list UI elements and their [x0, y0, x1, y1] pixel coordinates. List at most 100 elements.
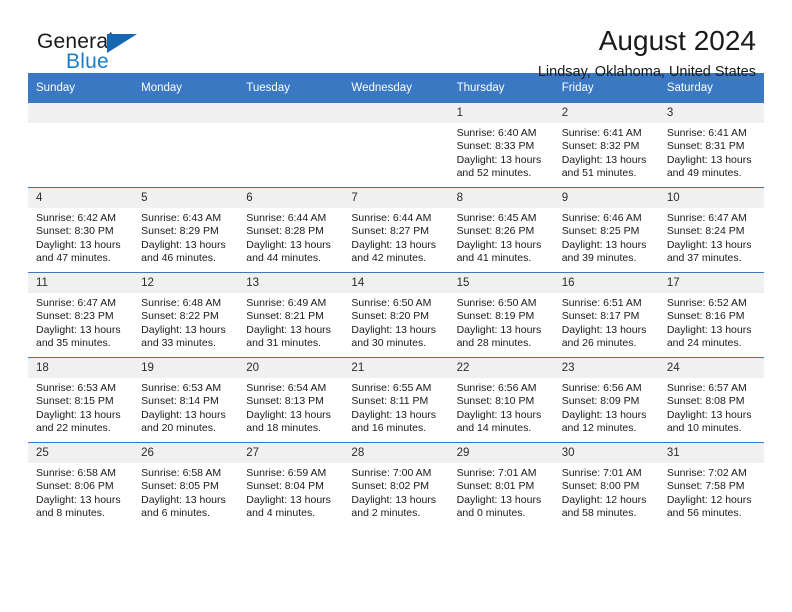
sunset-time: Sunset: 8:10 PM [456, 395, 535, 408]
sunrise-time: Sunrise: 6:57 AM [666, 382, 747, 394]
daylight-duration-line2: and 24 minutes. [666, 337, 742, 350]
general-blue-logo[interactable]: General Blue [37, 30, 167, 76]
daylight-duration-line2: and 30 minutes. [351, 337, 427, 350]
calendar-day-cell[interactable]: 23 Sunrise: 6:56 AM Sunset: 8:09 PM Dayligh… [553, 357, 659, 443]
sunset-time: Sunset: 8:33 PM [456, 140, 535, 153]
sunset-time: Sunset: 8:22 PM [141, 310, 219, 323]
day-sun-info: Sunrise: 6:53 AM Sunset: 8:14 PM Daylight:… [133, 378, 238, 436]
day-sun-info: Sunrise: 6:51 AM Sunset: 8:17 PM Daylight:… [554, 293, 659, 351]
daylight-duration-line1: Daylight: 13 hours [141, 323, 226, 336]
day-sun-info: Sunrise: 6:58 AM Sunset: 8:06 PM Daylight:… [28, 463, 133, 521]
calendar-day-cell[interactable]: 19 Sunrise: 6:53 AM Sunset: 8:14 PM Dayligh… [133, 357, 239, 443]
calendar-day-cell[interactable]: 7 Sunrise: 6:44 AM Sunset: 8:27 PM Daylight… [343, 187, 449, 273]
calendar-day-cell[interactable]: 27 Sunrise: 6:59 AM Sunset: 8:04 PM Dayligh… [238, 442, 344, 527]
calendar-body: 1 Sunrise: 6:40 AM Sunset: 8:33 PM Daylight… [28, 103, 764, 527]
calendar-day-cell[interactable]: 12 Sunrise: 6:48 AM Sunset: 8:22 PM Dayligh… [133, 272, 239, 358]
day-sun-info: Sunrise: 6:55 AM Sunset: 8:11 PM Daylight:… [343, 378, 448, 436]
calendar-page: General Blue August 2024 Lindsay, Oklaho… [0, 0, 792, 612]
calendar-day-cell[interactable]: 24 Sunrise: 6:57 AM Sunset: 8:08 PM Dayligh… [658, 357, 764, 443]
day-number: 21 [343, 358, 449, 378]
daylight-duration-line1: Daylight: 13 hours [456, 323, 542, 336]
sunset-time: Sunset: 8:16 PM [666, 310, 745, 323]
calendar-day-cell-empty [238, 103, 344, 188]
calendar-day-cell[interactable]: 8 Sunrise: 6:45 AM Sunset: 8:26 PM Daylight… [448, 187, 554, 273]
calendar-day-cell[interactable]: 22 Sunrise: 6:56 AM Sunset: 8:10 PM Dayligh… [448, 357, 554, 443]
daylight-duration-line2: and 37 minutes. [666, 252, 742, 265]
calendar-day-cell[interactable]: 4 Sunrise: 6:42 AM Sunset: 8:30 PM Daylight… [28, 187, 134, 273]
daylight-duration-line1: Daylight: 13 hours [666, 323, 752, 336]
daylight-duration-line1: Daylight: 13 hours [456, 408, 542, 421]
calendar-day-cell[interactable]: 15 Sunrise: 6:50 AM Sunset: 8:19 PM Dayligh… [448, 272, 554, 358]
sunrise-time: Sunrise: 6:47 AM [36, 297, 116, 309]
calendar-day-cell[interactable]: 30 Sunrise: 7:01 AM Sunset: 8:00 PM Dayligh… [553, 442, 659, 527]
day-number: 23 [553, 358, 659, 378]
daylight-duration-line2: and 26 minutes. [561, 337, 637, 350]
daylight-duration-line1: Daylight: 13 hours [351, 323, 437, 336]
sunset-time: Sunset: 8:24 PM [666, 225, 745, 238]
day-sun-info: Sunrise: 6:56 AM Sunset: 8:10 PM Daylight:… [449, 378, 554, 436]
day-number: 19 [133, 358, 239, 378]
day-number: 4 [28, 188, 134, 208]
daylight-duration-line2: and 41 minutes. [456, 252, 532, 265]
daylight-duration-line1: Daylight: 13 hours [36, 493, 121, 506]
day-number: 6 [238, 188, 344, 208]
day-sun-info: Sunrise: 6:47 AM Sunset: 8:23 PM Daylight:… [28, 293, 133, 351]
day-sun-info: Sunrise: 7:02 AM Sunset: 7:58 PM Daylight:… [659, 463, 764, 521]
day-sun-info: Sunrise: 7:01 AM Sunset: 8:01 PM Daylight:… [449, 463, 554, 521]
calendar-day-cell[interactable]: 9 Sunrise: 6:46 AM Sunset: 8:25 PM Daylight… [553, 187, 659, 273]
daylight-duration-line1: Daylight: 12 hours [561, 493, 647, 506]
calendar-day-cell[interactable]: 28 Sunrise: 7:00 AM Sunset: 8:02 PM Dayligh… [343, 442, 449, 527]
calendar-week-row: 25 Sunrise: 6:58 AM Sunset: 8:06 PM Dayligh… [28, 442, 764, 527]
calendar-day-cell[interactable]: 2 Sunrise: 6:41 AM Sunset: 8:32 PM Daylight… [553, 103, 659, 188]
sunrise-time: Sunrise: 6:43 AM [141, 212, 222, 224]
sunrise-time: Sunrise: 6:44 AM [246, 212, 327, 224]
sunrise-time: Sunrise: 6:48 AM [141, 297, 222, 309]
sunrise-time: Sunrise: 6:51 AM [561, 297, 642, 309]
sunrise-time: Sunrise: 6:54 AM [246, 382, 327, 394]
calendar-day-cell[interactable]: 18 Sunrise: 6:53 AM Sunset: 8:15 PM Dayligh… [28, 357, 134, 443]
day-number: 29 [448, 443, 554, 463]
logo-triangle-icon [107, 34, 137, 53]
day-number [238, 103, 344, 123]
logo-text-blue: Blue [66, 50, 109, 73]
calendar-day-cell[interactable]: 13 Sunrise: 6:49 AM Sunset: 8:21 PM Dayligh… [238, 272, 344, 358]
calendar-day-cell[interactable]: 26 Sunrise: 6:58 AM Sunset: 8:05 PM Dayligh… [133, 442, 239, 527]
sunrise-time: Sunrise: 6:40 AM [456, 127, 537, 139]
calendar-day-cell[interactable]: 3 Sunrise: 6:41 AM Sunset: 8:31 PM Daylight… [658, 103, 764, 188]
daylight-duration-line2: and 8 minutes. [36, 507, 105, 520]
daylight-duration-line1: Daylight: 13 hours [246, 408, 331, 421]
daylight-duration-line1: Daylight: 13 hours [36, 238, 121, 251]
daylight-duration-line2: and 42 minutes. [351, 252, 427, 265]
calendar-day-cell[interactable]: 20 Sunrise: 6:54 AM Sunset: 8:13 PM Dayligh… [238, 357, 344, 443]
calendar-day-cell[interactable]: 10 Sunrise: 6:47 AM Sunset: 8:24 PM Dayligh… [658, 187, 764, 273]
sunrise-time: Sunrise: 6:41 AM [666, 127, 747, 139]
calendar-day-cell[interactable]: 25 Sunrise: 6:58 AM Sunset: 8:06 PM Dayligh… [28, 442, 134, 527]
sunrise-time: Sunrise: 6:58 AM [36, 467, 116, 479]
daylight-duration-line2: and 46 minutes. [141, 252, 216, 265]
day-sun-info: Sunrise: 6:56 AM Sunset: 8:09 PM Daylight:… [554, 378, 659, 436]
sunrise-time: Sunrise: 7:01 AM [456, 467, 537, 479]
calendar-day-cell[interactable]: 1 Sunrise: 6:40 AM Sunset: 8:33 PM Daylight… [448, 103, 554, 188]
daylight-duration-line1: Daylight: 13 hours [561, 238, 647, 251]
sunrise-time: Sunrise: 6:58 AM [141, 467, 222, 479]
calendar-day-cell[interactable]: 5 Sunrise: 6:43 AM Sunset: 8:29 PM Daylight… [133, 187, 239, 273]
calendar-day-cell[interactable]: 6 Sunrise: 6:44 AM Sunset: 8:28 PM Daylight… [238, 187, 344, 273]
daylight-duration-line2: and 47 minutes. [36, 252, 111, 265]
sunset-time: Sunset: 8:30 PM [36, 225, 114, 238]
calendar-day-cell[interactable]: 31 Sunrise: 7:02 AM Sunset: 7:58 PM Dayligh… [658, 442, 764, 527]
day-number: 26 [133, 443, 239, 463]
sunset-time: Sunset: 8:20 PM [351, 310, 430, 323]
calendar-day-cell-empty [343, 103, 449, 188]
calendar-day-cell[interactable]: 29 Sunrise: 7:01 AM Sunset: 8:01 PM Dayligh… [448, 442, 554, 527]
calendar-day-cell[interactable]: 16 Sunrise: 6:51 AM Sunset: 8:17 PM Dayligh… [553, 272, 659, 358]
calendar-day-cell[interactable]: 11 Sunrise: 6:47 AM Sunset: 8:23 PM Dayligh… [28, 272, 134, 358]
sunset-time: Sunset: 7:58 PM [666, 480, 745, 493]
calendar-day-cell[interactable]: 17 Sunrise: 6:52 AM Sunset: 8:16 PM Dayligh… [658, 272, 764, 358]
calendar-day-cell[interactable]: 21 Sunrise: 6:55 AM Sunset: 8:11 PM Dayligh… [343, 357, 449, 443]
sunset-time: Sunset: 8:27 PM [351, 225, 430, 238]
calendar-day-cell[interactable]: 14 Sunrise: 6:50 AM Sunset: 8:20 PM Dayligh… [343, 272, 449, 358]
weekday-header-sunday: Sunday [28, 73, 134, 103]
day-sun-info: Sunrise: 6:41 AM Sunset: 8:32 PM Daylight:… [554, 123, 659, 181]
sunset-time: Sunset: 8:06 PM [36, 480, 114, 493]
daylight-duration-line2: and 52 minutes. [456, 167, 532, 180]
